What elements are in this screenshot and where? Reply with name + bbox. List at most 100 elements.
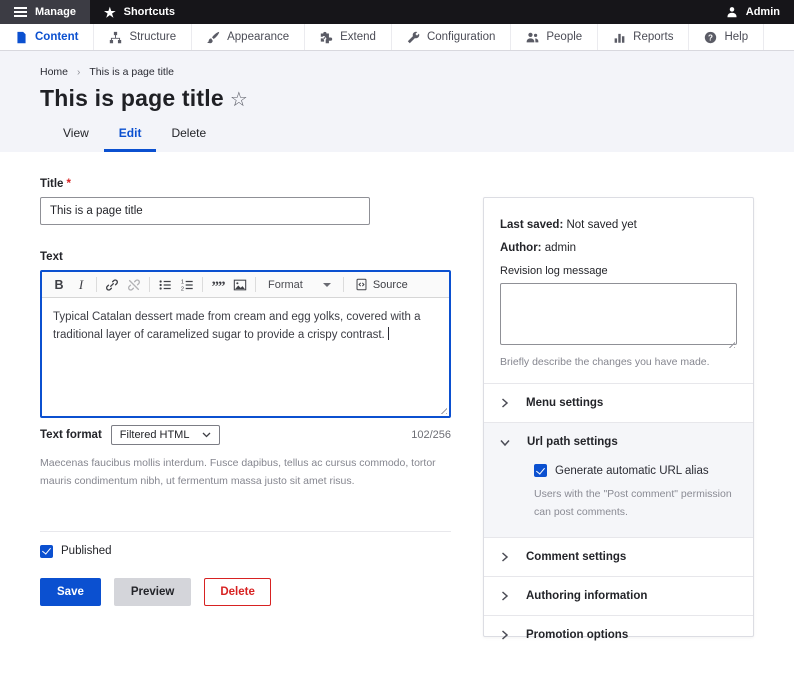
italic-button[interactable]: I [70,275,92,294]
file-icon [15,31,28,44]
character-counter: 102/256 [411,429,451,441]
editor-resize-handle[interactable] [438,405,447,414]
menu-item-label: Structure [129,31,176,43]
tab-view[interactable]: View [48,116,104,152]
hamburger-icon [14,11,27,13]
svg-text:2: 2 [181,286,184,292]
text-field-label: Text [40,251,451,263]
node-edit-form: Title* Text B I 12 [40,152,451,637]
section-label: Url path settings [527,436,618,448]
wysiwyg-editor: B I 12 ”” [40,270,451,418]
save-button[interactable]: Save [40,578,101,606]
section-comment-settings: Comment settings [484,537,753,576]
admin-user-label: Admin [746,6,780,18]
last-saved-label: Last saved: [500,219,563,231]
section-menu-settings-toggle[interactable]: Menu settings [484,384,753,422]
section-authoring-toggle[interactable]: Authoring information [484,577,753,615]
bulleted-list-button[interactable] [154,275,176,294]
page-title-text: This is page title [40,85,224,111]
title-field-label: Title* [40,178,451,190]
revision-log-label: Revision log message [500,265,737,277]
revision-log-textarea[interactable] [500,283,737,345]
section-promotion-options: Promotion options [484,615,753,654]
question-icon: ? [704,31,717,44]
unlink-icon [127,278,141,292]
title-input[interactable] [40,197,370,225]
admin-user-menu[interactable]: Admin [712,0,794,24]
editor-text: Typical Catalan dessert made from cream … [53,311,421,341]
brush-icon [207,31,220,44]
link-button[interactable] [101,275,123,294]
image-button[interactable] [229,275,251,294]
published-checkbox-row[interactable]: Published [40,545,451,558]
chevron-down-icon [500,438,510,447]
menu-item-extend[interactable]: Extend [305,24,392,50]
unlink-button[interactable] [123,275,145,294]
revision-log-wrapper [500,283,737,350]
editor-content-area[interactable]: Typical Catalan dessert made from cream … [42,298,449,416]
favorite-star-icon[interactable]: ☆ [230,89,248,111]
text-format-value: Filtered HTML [120,429,190,441]
section-comment-settings-toggle[interactable]: Comment settings [484,538,753,576]
author-label: Author: [500,242,542,254]
section-label: Menu settings [526,397,603,409]
tab-delete[interactable]: Delete [156,116,221,152]
caret-down-icon [323,282,331,288]
url-alias-description: Users with the "Post comment" permission… [534,485,737,522]
format-dropdown[interactable]: Format [260,279,339,291]
numbered-list-button[interactable]: 12 [176,275,198,294]
menu-item-reports[interactable]: Reports [598,24,689,50]
shortcuts-label: Shortcuts [124,6,175,18]
published-checkbox[interactable] [40,545,53,558]
text-field-description: Maecenas faucibus mollis interdum. Fusce… [40,455,442,491]
menu-item-label: Appearance [227,31,289,43]
toolbar-separator [255,277,256,292]
source-button-label: Source [373,279,408,291]
delete-button[interactable]: Delete [204,578,271,606]
page-title: This is page title ☆ [40,85,794,112]
blockquote-button[interactable]: ”” [207,275,229,294]
tab-edit[interactable]: Edit [104,116,157,152]
format-dropdown-label: Format [268,279,303,291]
url-alias-checkbox[interactable] [534,464,547,477]
required-marker: * [66,178,70,190]
section-url-path-toggle[interactable]: Url path settings [484,423,753,461]
wrench-icon [407,31,420,44]
admin-bar-spacer [189,0,712,24]
menu-item-configuration[interactable]: Configuration [392,24,511,50]
bold-button[interactable]: B [48,275,70,294]
menu-item-content[interactable]: Content [0,24,94,50]
chevron-right-icon [500,630,509,640]
section-label: Comment settings [526,551,626,563]
section-label: Authoring information [526,590,647,602]
star-icon: ★ [104,6,116,19]
toolbar-separator [149,277,150,292]
preview-button[interactable]: Preview [114,578,191,606]
source-button[interactable]: Source [348,278,415,291]
menu-item-label: Extend [340,31,376,43]
form-divider [40,531,451,532]
url-alias-label: Generate automatic URL alias [555,465,709,477]
menu-item-help[interactable]: ? Help [689,24,764,50]
last-saved-line: Last saved: Not saved yet [500,219,737,231]
breadcrumb-home-link[interactable]: Home [40,66,68,78]
shortcuts-menu-button[interactable]: ★ Shortcuts [90,0,189,24]
text-format-select[interactable]: Filtered HTML [111,425,221,445]
section-promotion-toggle[interactable]: Promotion options [484,616,753,654]
last-saved-value: Not saved yet [566,219,636,231]
text-cursor [388,327,389,340]
menu-item-appearance[interactable]: Appearance [192,24,305,50]
published-label: Published [61,545,112,557]
page-header: Home › This is a page title This is page… [0,51,794,152]
url-alias-checkbox-row[interactable]: Generate automatic URL alias [534,464,737,477]
chevron-right-icon [500,398,509,408]
chevron-right-icon [500,591,509,601]
manage-menu-button[interactable]: Manage [0,0,90,24]
breadcrumb-current: This is a page title [89,66,174,78]
form-actions: Save Preview Delete [40,578,451,606]
menu-item-label: Content [35,31,78,43]
menu-item-people[interactable]: People [511,24,598,50]
bulleted-list-icon [158,278,172,292]
menu-item-structure[interactable]: Structure [94,24,192,50]
primary-tabs: View Edit Delete [48,116,221,152]
